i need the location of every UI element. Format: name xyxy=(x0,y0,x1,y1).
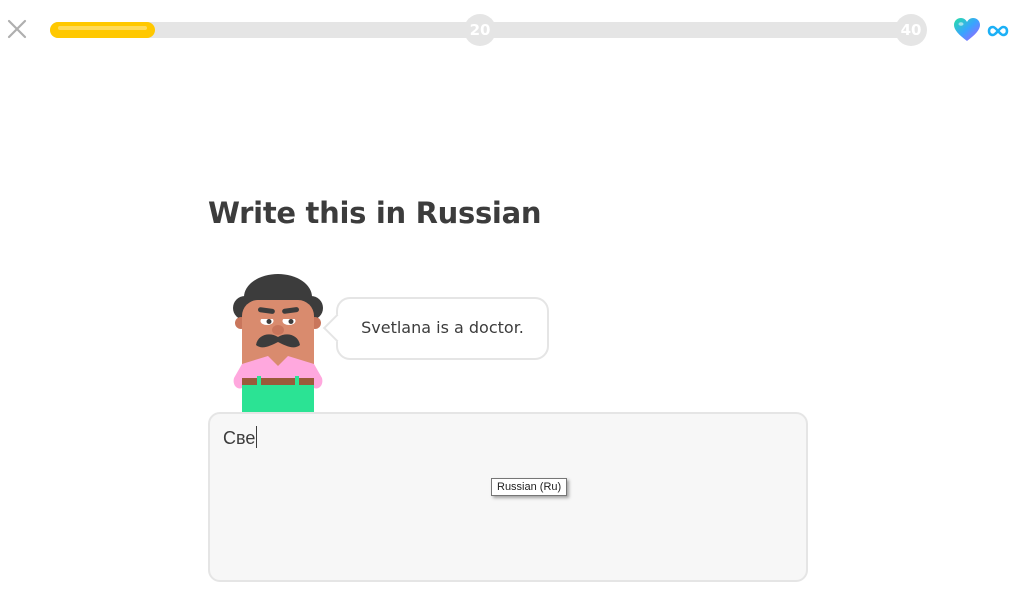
close-icon xyxy=(7,19,27,39)
challenge-title: Write this in Russian xyxy=(208,196,542,230)
progress-bar: 20 40 xyxy=(50,14,927,46)
close-button[interactable] xyxy=(5,17,29,41)
character-illustration xyxy=(228,270,328,415)
heart-icon[interactable] xyxy=(953,17,981,43)
infinity-icon xyxy=(987,23,1009,37)
milestone-marker: 40 xyxy=(895,14,927,46)
milestone-marker: 20 xyxy=(464,14,496,46)
speech-bubble: Svetlana is a doctor. xyxy=(322,297,549,360)
progress-bar-fill xyxy=(50,22,155,38)
text-caret xyxy=(256,426,258,448)
prompt-sentence[interactable]: Svetlana is a doctor. xyxy=(338,318,547,337)
answer-textarea[interactable]: Све xyxy=(208,412,808,582)
lesson-page: 20 40 Write this in Russian Svetlana is … xyxy=(0,0,1023,615)
answer-text: Све xyxy=(223,426,258,448)
input-language-tooltip: Russian (Ru) xyxy=(491,478,568,496)
